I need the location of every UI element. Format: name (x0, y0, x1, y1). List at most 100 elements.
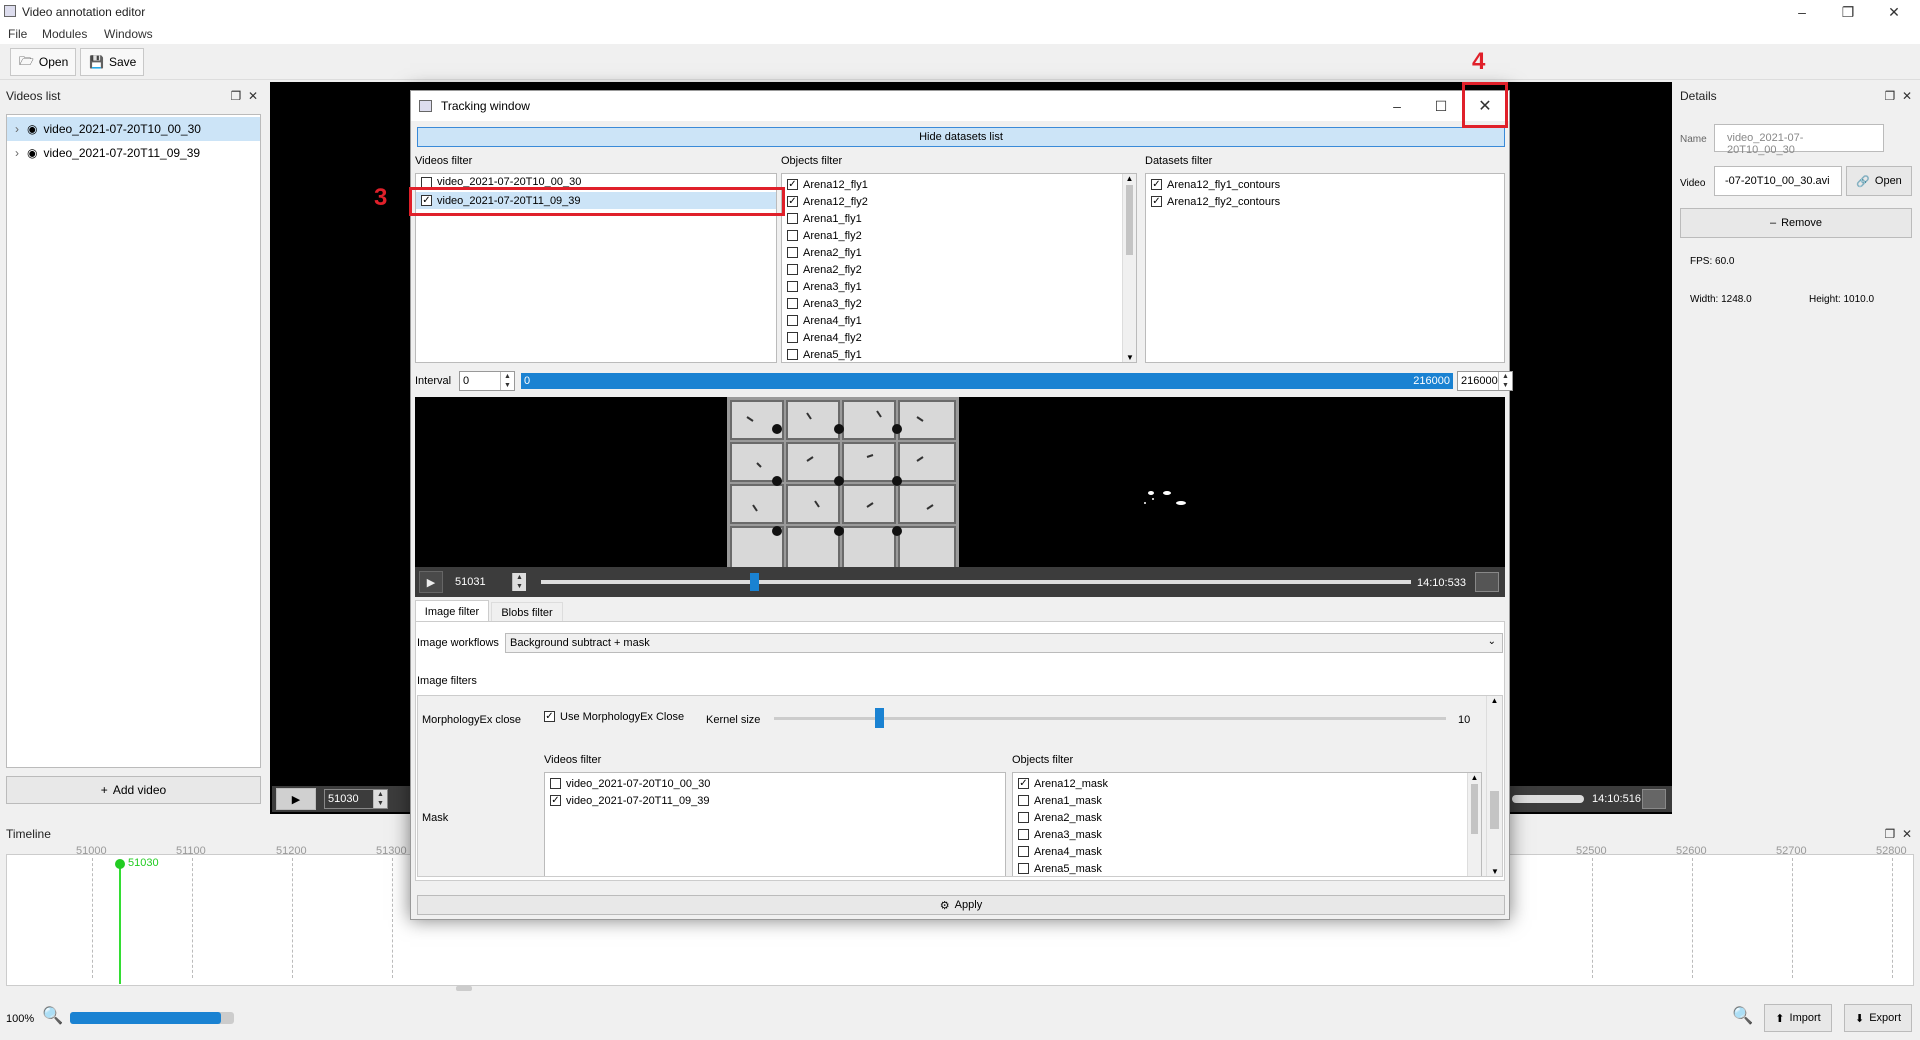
object-filter-item[interactable]: Arena3_fly2 (782, 295, 1136, 312)
object-filter-item[interactable]: Arena2_fly1 (782, 244, 1136, 261)
main-frame-spinbox[interactable]: 51030 ▲ ▼ (324, 789, 388, 809)
fullscreen-icon[interactable] (1475, 572, 1499, 592)
tab-image-filter[interactable]: Image filter (415, 600, 489, 622)
checkbox-checked[interactable]: ✓ (1151, 196, 1162, 207)
object-filter-item[interactable]: Arena5_fly1 (782, 346, 1136, 362)
interval-start-spinbox[interactable]: 0 ▲ ▼ (459, 371, 515, 391)
maximize-icon[interactable]: ☐ (1419, 93, 1463, 119)
object-filter-item[interactable]: Arena1_fly2 (782, 227, 1136, 244)
checkbox[interactable] (787, 264, 798, 275)
add-video-button[interactable]: + Add video (6, 776, 261, 804)
open-button[interactable]: 🗁 Open (10, 48, 76, 76)
menu-windows[interactable]: Windows (104, 27, 153, 41)
import-button[interactable]: ⬆ Import (1764, 1004, 1832, 1032)
checkbox[interactable] (787, 315, 798, 326)
scroll-down-icon[interactable]: ▼ (1487, 867, 1502, 876)
menu-modules[interactable]: Modules (42, 27, 87, 41)
object-filter-item[interactable]: Arena2_fly2 (782, 261, 1136, 278)
chevron-right-icon[interactable]: › (15, 122, 19, 136)
panel-close-icon[interactable]: ❐ ✕ (231, 89, 258, 103)
menu-file[interactable]: File (8, 27, 27, 41)
main-play-button[interactable]: ▶ (276, 788, 316, 810)
mask-object-item[interactable]: Arena2_mask (1013, 809, 1481, 826)
mask-object-item[interactable]: Arena3_mask (1013, 826, 1481, 843)
checkbox[interactable] (787, 281, 798, 292)
checkbox-checked[interactable]: ✓ (550, 795, 561, 806)
workflow-select[interactable]: Background subtract + mask ⌄ (505, 633, 1503, 653)
mask-object-item[interactable]: Arena4_mask (1013, 843, 1481, 860)
video-open-button[interactable]: 🔗 Open (1846, 166, 1912, 196)
checkbox[interactable] (550, 778, 561, 789)
scroll-up-icon[interactable]: ▲ (1468, 773, 1481, 782)
export-button[interactable]: ⬇ Export (1844, 1004, 1912, 1032)
panel-close-icon[interactable]: ❐ ✕ (1885, 89, 1912, 103)
apply-button[interactable]: ⚙ Apply (417, 895, 1505, 915)
scroll-thumb[interactable] (1471, 784, 1478, 834)
object-filter-item[interactable]: Arena1_fly1 (782, 210, 1136, 227)
scroll-up-icon[interactable]: ▲ (1123, 174, 1136, 183)
morph-use-checkbox[interactable]: ✓ Use MorphologyEx Close (544, 708, 684, 725)
tab-blobs-filter[interactable]: Blobs filter (491, 602, 563, 622)
interval-range-bar[interactable]: 0 216000 (521, 373, 1453, 389)
checkbox[interactable] (1018, 846, 1029, 857)
timeline-cursor[interactable] (119, 860, 121, 984)
mask-object-item[interactable]: ✓ Arena12_mask (1013, 775, 1481, 792)
kernel-slider-thumb[interactable] (874, 708, 884, 728)
checkbox-checked[interactable]: ✓ (544, 711, 555, 722)
checkbox[interactable] (1018, 795, 1029, 806)
checkbox[interactable] (1018, 863, 1029, 874)
scroll-thumb[interactable] (1490, 791, 1499, 829)
save-button[interactable]: 💾 Save (80, 48, 144, 76)
minimize-icon[interactable]: – (1375, 93, 1419, 119)
object-filter-item[interactable]: Arena3_fly1 (782, 278, 1136, 295)
tracking-play-button[interactable]: ▶ (419, 571, 443, 593)
scroll-thumb[interactable] (1126, 185, 1133, 255)
spin-arrows-icon[interactable]: ▲ ▼ (500, 372, 514, 390)
checkbox-checked[interactable]: ✓ (787, 196, 798, 207)
checkbox-checked[interactable]: ✓ (787, 179, 798, 190)
object-filter-item[interactable]: Arena4_fly1 (782, 312, 1136, 329)
video-list-item[interactable]: › ◉ video_2021-07-20T10_00_30 (7, 117, 260, 141)
panel-close-icon[interactable]: ❐ ✕ (1885, 827, 1912, 841)
checkbox[interactable] (787, 298, 798, 309)
zoom-slider[interactable] (70, 1012, 234, 1024)
dataset-item[interactable]: ✓ Arena12_fly1_contours (1146, 176, 1504, 193)
video-path-field[interactable]: -07-20T10_00_30.avi (1714, 166, 1842, 196)
zoom-fit-icon[interactable]: 🔍 (1732, 1006, 1753, 1026)
mask-video-item[interactable]: video_2021-07-20T10_00_30 (545, 775, 1005, 792)
checkbox[interactable] (787, 230, 798, 241)
remove-button[interactable]: – Remove (1680, 208, 1912, 238)
checkbox[interactable] (1018, 812, 1029, 823)
video-list-item[interactable]: › ◉ video_2021-07-20T11_09_39 (7, 141, 260, 165)
mask-objects-scrollbar[interactable]: ▲ (1467, 773, 1481, 876)
scroll-down-icon[interactable]: ▼ (1123, 353, 1136, 362)
checkbox[interactable] (787, 332, 798, 343)
object-filter-item[interactable]: ✓ Arena12_fly2 (782, 193, 1136, 210)
scroll-up-icon[interactable]: ▲ (1487, 696, 1502, 705)
checkbox[interactable] (787, 213, 798, 224)
restore-icon[interactable]: ❐ (1826, 0, 1870, 24)
chevron-right-icon[interactable]: › (15, 146, 19, 160)
spin-arrows-icon[interactable]: ▲ ▼ (512, 573, 526, 591)
mask-object-item[interactable]: Arena1_mask (1013, 792, 1481, 809)
filters-scrollbar[interactable]: ▲ ▼ (1486, 696, 1502, 876)
dataset-item[interactable]: ✓ Arena12_fly2_contours (1146, 193, 1504, 210)
timeline-cursor-handle[interactable] (115, 859, 125, 869)
spin-arrows-icon[interactable]: ▲ ▼ (373, 790, 387, 808)
timeline-scroll-handle[interactable] (456, 986, 472, 991)
zoom-icon[interactable]: 🔍 (42, 1006, 63, 1026)
checkbox[interactable] (1018, 829, 1029, 840)
tracking-frame-spinbox[interactable]: 51031 ▲ ▼ (451, 572, 527, 592)
tracking-seek-track[interactable] (541, 580, 1411, 584)
object-filter-item[interactable]: Arena4_fly2 (782, 329, 1136, 346)
main-seek-bar[interactable] (1512, 795, 1584, 803)
hide-datasets-button[interactable]: Hide datasets list (417, 127, 1505, 147)
spin-arrows-icon[interactable]: ▲ ▼ (1498, 372, 1512, 390)
interval-end-spinbox[interactable]: 216000 ▲ ▼ (1457, 371, 1513, 391)
objects-scrollbar[interactable]: ▲ ▼ (1122, 174, 1136, 362)
object-filter-item[interactable]: ✓ Arena12_fly1 (782, 176, 1136, 193)
mask-video-item[interactable]: ✓ video_2021-07-20T11_09_39 (545, 792, 1005, 809)
fullscreen-icon[interactable] (1642, 789, 1666, 809)
checkbox[interactable] (787, 247, 798, 258)
minimize-icon[interactable]: – (1780, 0, 1824, 24)
